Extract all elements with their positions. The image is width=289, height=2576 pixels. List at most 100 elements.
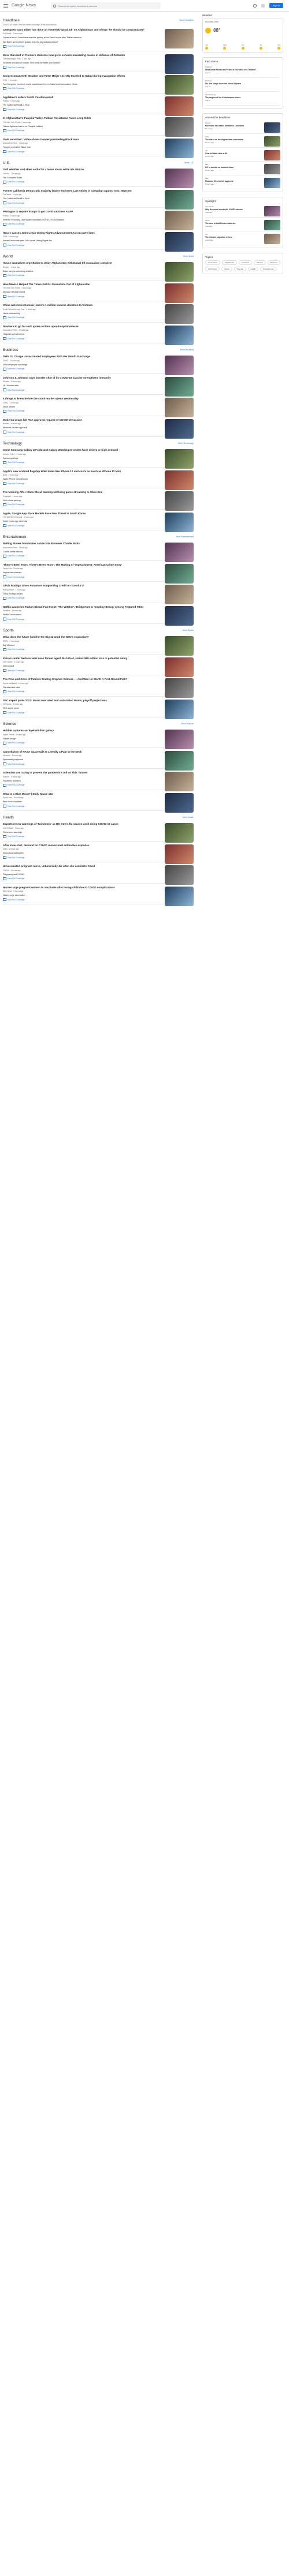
related-link[interactable]: The California Recall Is Real	[3, 104, 142, 106]
story-title[interactable]: What does the future hold for the Big 12…	[3, 635, 153, 639]
topic-chip[interactable]: Business	[267, 260, 280, 265]
story-title[interactable]: China welcomes Kamala Harris's 1 million…	[3, 304, 153, 307]
sidebar-story[interactable]: Vox The climate migration is here 2 days a…	[205, 231, 280, 245]
more-link[interactable]: More Technology	[178, 442, 194, 444]
story-thumbnail[interactable]	[165, 886, 194, 906]
story-title[interactable]: Knicks center Nerlens Noel sues former a…	[3, 657, 153, 660]
apps-icon[interactable]	[261, 3, 265, 8]
related-link[interactable]: House Democrats pass John Lewis Voting R…	[3, 240, 142, 242]
sign-in-button[interactable]: Sign in	[269, 3, 283, 8]
sidebar-story[interactable]: CNN The latest on the Afghanistan evacuat…	[205, 134, 280, 148]
story-title[interactable]: More than half of Florida's students now…	[3, 54, 153, 57]
sidebar-thumbnail[interactable]	[264, 220, 280, 230]
story-thumbnail[interactable]	[165, 54, 194, 74]
story-title[interactable]: CNN guest says Biden has done an extreme…	[3, 28, 153, 32]
story-thumbnail[interactable]	[165, 117, 194, 137]
topic-chip[interactable]: Science	[234, 267, 246, 271]
story-title[interactable]: Congressman Seth Moulton and Peter Meije…	[3, 74, 153, 78]
story-title[interactable]: The Morning After: Xbox Cloud Gaming wil…	[3, 491, 153, 494]
sidebar-thumbnail[interactable]	[264, 206, 280, 216]
related-link[interactable]: Spacewalk postponed	[3, 758, 142, 761]
story-title[interactable]: Cancellation of NASA Spacewalk Is Litera…	[3, 750, 153, 754]
story-title[interactable]: Former California Democratic majority le…	[3, 189, 153, 193]
sidebar-story[interactable]: Full Fact No, this image does not show Af…	[205, 78, 280, 92]
topic-chip[interactable]: Entertainment	[260, 267, 277, 271]
story-thumbnail[interactable]	[165, 169, 194, 189]
story-thumbnail[interactable]	[165, 730, 194, 750]
topic-chip[interactable]: Technology	[205, 267, 220, 271]
story-title[interactable]: Applebee's orders South Carolina recall	[3, 96, 153, 99]
story-thumbnail[interactable]	[165, 699, 194, 719]
related-link[interactable]: Nurses urge vaccination	[3, 894, 142, 896]
story-title[interactable]: 'There's Been Tears, There's Been Tears'…	[3, 563, 153, 567]
sidebar-story-title[interactable]: What knew Pelosi and Pelosi in the video…	[205, 69, 256, 71]
sidebar-thumbnail[interactable]	[264, 122, 280, 133]
logo[interactable]: Google News	[12, 3, 36, 8]
related-link[interactable]: Mexican officials helped	[3, 291, 142, 293]
story-thumbnail[interactable]	[165, 585, 194, 605]
story-title[interactable]: What Is a Blue Moon? | Daily Space 141	[3, 792, 153, 796]
related-link[interactable]: Flu season warnings	[3, 831, 142, 833]
story-title[interactable]: Delta To Charge Unvaccinated Employees $…	[3, 355, 153, 358]
story-thumbnail[interactable]	[165, 262, 194, 282]
topic-chip[interactable]: Sports	[221, 267, 232, 271]
more-link[interactable]: More Business	[180, 349, 194, 351]
story-title[interactable]: Golf Weather and skies settle for a tens…	[3, 168, 153, 171]
sidebar-thumbnail[interactable]	[264, 164, 280, 174]
more-link[interactable]: More Entertainment	[176, 536, 194, 538]
story-thumbnail[interactable]	[165, 304, 194, 324]
related-link[interactable]: Samsung delays	[3, 457, 142, 459]
menu-icon[interactable]	[3, 3, 8, 8]
sidebar-story[interactable]: PolitiFact What knew Pelosi and Pelosi in…	[205, 64, 280, 78]
section-title[interactable]: U.S.	[3, 161, 10, 165]
story-thumbnail[interactable]	[165, 325, 194, 345]
more-link[interactable]: More World	[183, 255, 194, 257]
related-link[interactable]: Apple iPhone comparisons	[3, 478, 142, 480]
story-thumbnail[interactable]	[165, 283, 194, 303]
story-thumbnail[interactable]	[165, 678, 194, 698]
sidebar-story[interactable]: AP Charlie Watts dies at 80 3 hours ago	[205, 148, 280, 162]
related-link[interactable]: Defense Secretary Lloyd Austin mandates …	[3, 219, 142, 221]
story-thumbnail[interactable]	[165, 29, 194, 48]
help-icon[interactable]	[253, 3, 257, 8]
related-link[interactable]: ‘It was an error’: Americans describe ge…	[3, 36, 142, 39]
section-title[interactable]: Sports	[3, 629, 14, 633]
story-thumbnail[interactable]	[165, 491, 194, 511]
story-title[interactable]: House passes John Lewis Voting Rights Ad…	[3, 231, 153, 235]
section-title[interactable]: Business	[3, 348, 18, 352]
sidebar-story-title[interactable]: The origins of the Kabul airport chaos	[205, 96, 256, 99]
sidebar-story-title[interactable]: The latest on the Afghanistan evacuation	[205, 139, 256, 141]
related-link[interactable]: Moderna vaccine approval	[3, 427, 142, 429]
story-title[interactable]: Netflix Launches Tudum Global Fan Event:…	[3, 605, 153, 609]
weather-widget[interactable]: Mountain View 88° Tue Wed Thu Fri Sat	[202, 18, 283, 53]
sidebar-thumbnail[interactable]	[264, 234, 280, 244]
sidebar-story-title[interactable]: The climate migration is here	[205, 236, 256, 238]
story-thumbnail[interactable]	[165, 563, 194, 584]
related-link[interactable]: The Complete Guide	[3, 177, 142, 179]
story-title[interactable]: Moderna wraps full FDA approval request …	[3, 418, 153, 422]
sidebar-story-title[interactable]: Why the world needs the COVID vaccine	[205, 208, 256, 211]
story-title[interactable]: Rolling Stones bandmates salute late dru…	[3, 542, 153, 545]
sidebar-story-title[interactable]: UK to decide on booster shots	[205, 166, 256, 169]
story-title[interactable]: Johnson & Johnson says booster shot of i…	[3, 376, 153, 380]
story-title[interactable]: 5 things to know before the stock market…	[3, 397, 153, 401]
story-title[interactable]: House lawmakers urge Biden to delay Afgh…	[3, 261, 153, 265]
sidebar-story[interactable]: BBC UK to decide on booster shots 4 hours …	[205, 162, 280, 175]
story-title[interactable]: Unvaccinated pregnant nurse, unborn baby…	[3, 865, 153, 868]
story-title[interactable]: Nowhere to go for Haiti quake victims up…	[3, 325, 153, 328]
more-link[interactable]: More Health	[183, 816, 194, 818]
related-link[interactable]: Patriots trade talks	[3, 686, 142, 689]
search-bar[interactable]	[51, 2, 161, 9]
related-link[interactable]: Will Biden get excellent grades from the…	[3, 41, 142, 43]
more-link[interactable]: More U.S.	[184, 162, 194, 164]
related-link[interactable]: Impeachment series	[3, 571, 142, 574]
related-link[interactable]: Xbox cloud gaming	[3, 499, 142, 502]
related-link[interactable]: Taliban fighters close in on Panjshir ho…	[3, 125, 142, 128]
related-link[interactable]: Hospitals overwhelmed	[3, 333, 142, 335]
story-title[interactable]: Apple, Google App Store Models Face New …	[3, 512, 153, 515]
story-thumbnail[interactable]	[165, 189, 194, 210]
topic-chip[interactable]: Coronavirus	[205, 260, 221, 265]
section-title[interactable]: Entertainment	[3, 535, 26, 539]
related-link[interactable]: Pandemic research	[3, 780, 142, 782]
story-title[interactable]: Nurses urge pregnant women to vaccinate …	[3, 886, 153, 889]
